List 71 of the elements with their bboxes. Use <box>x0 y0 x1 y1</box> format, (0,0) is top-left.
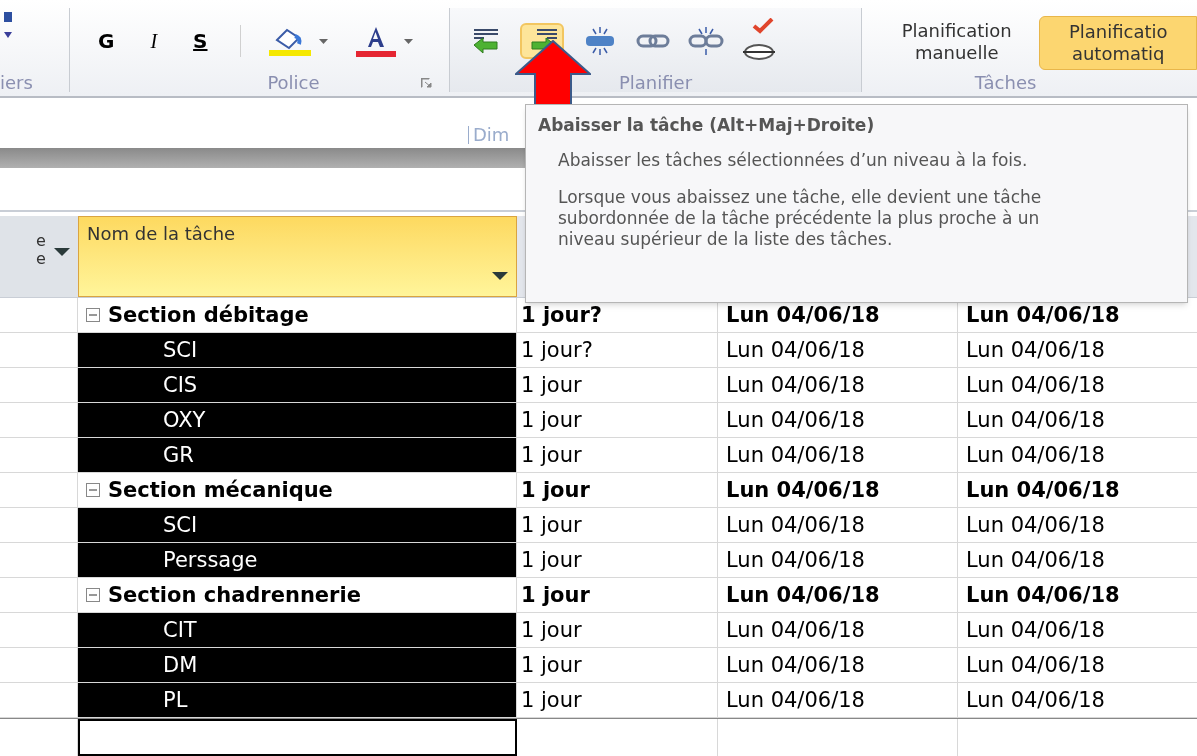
format-button[interactable]: G <box>94 26 119 56</box>
task-name-cell[interactable]: CIS <box>78 368 517 402</box>
start-cell: Lun 04/06/18 <box>718 543 958 577</box>
dropdown-caret-icon[interactable] <box>403 38 413 44</box>
task-name-cell[interactable]: DM <box>78 648 517 682</box>
group-label: Planifier <box>617 74 694 92</box>
start-cell: Lun 04/06/18 <box>718 648 958 682</box>
end-cell-text: Lun 04/06/18 <box>965 651 1106 679</box>
duration-cell: 1 jour <box>517 613 718 647</box>
end-cell-text: Lun 04/06/18 <box>965 441 1106 469</box>
start-cell: Lun 04/06/18 <box>718 508 958 542</box>
start-cell: Lun 04/06/18 <box>718 438 958 472</box>
start-cell: Lun 04/06/18 <box>718 683 958 717</box>
end-cell-text: Lun 04/06/18 <box>965 511 1106 539</box>
task-name-cell[interactable]: SCI <box>78 333 517 367</box>
start-cell: Lun 04/06/18 <box>718 613 958 647</box>
duration-cell: 1 jour <box>517 578 718 612</box>
start-cell: Lun 04/06/18 <box>718 473 958 507</box>
end-cell-text: Lun 04/06/18 <box>965 581 1121 609</box>
tooltip-title: Abaisser la tâche (Alt+Maj+Droite) <box>538 117 876 134</box>
task-name-cell[interactable]: Perssage <box>78 543 517 577</box>
task-name-cell[interactable]: CIT <box>78 613 517 647</box>
group-label: Tâches <box>973 74 1038 92</box>
task-name-cell[interactable]: PL <box>78 683 517 717</box>
dialog-launcher-icon[interactable] <box>421 78 433 88</box>
duration-cell: 1 jour <box>517 683 718 717</box>
duration-cell: 1 jour <box>517 403 718 437</box>
end-cell-text: Lun 04/06/18 <box>965 406 1106 434</box>
duration-cell: 1 jour <box>517 648 718 682</box>
format-button[interactable]: I <box>146 26 162 56</box>
task-name-cell[interactable]: SCI <box>78 508 517 542</box>
task-mode-button[interactable]: Planificatio automatiq <box>1039 16 1197 70</box>
new-task-input-field[interactable] <box>78 719 517 756</box>
end-cell-text: Lun 04/06/18 <box>965 336 1106 364</box>
unlink-icon[interactable] <box>686 26 726 56</box>
duration-cell: 1 jour <box>517 473 718 507</box>
collapse-icon[interactable] <box>86 483 100 497</box>
start-cell: Lun 04/06/18 <box>718 368 958 402</box>
tooltip-text: Lorsque vous abaissez une tâche, elle devient une tâche subordonnée de la tâche précédente la plus proche à un niveau supérieur de la liste des tâches. <box>557 186 1043 250</box>
duration-cell: 1 jour <box>517 368 718 402</box>
group-label: iers <box>0 74 34 92</box>
duration-cell: 1 jour <box>517 543 718 577</box>
group-label: Police <box>266 74 320 92</box>
task-name-cell[interactable]: GR <box>78 438 517 472</box>
duration-cell: 1 jour <box>517 508 718 542</box>
task-name-cell[interactable]: OXY <box>78 403 517 437</box>
duration-cell: 1 jour <box>517 438 718 472</box>
end-cell-text: Lun 04/06/18 <box>965 371 1106 399</box>
column-header[interactable]: Nom de la tâche <box>78 216 517 297</box>
fill-color-icon[interactable] <box>268 26 311 56</box>
link-icon[interactable] <box>636 33 670 49</box>
end-cell-text: Lun 04/06/18 <box>965 686 1106 714</box>
format-button[interactable]: S <box>189 26 212 56</box>
end-cell-text: Lun 04/06/18 <box>965 301 1121 329</box>
dropdown-caret-icon[interactable] <box>54 248 70 256</box>
start-cell: Lun 04/06/18 <box>718 403 958 437</box>
end-cell-text: Lun 04/06/18 <box>965 476 1121 504</box>
tooltip-text: Abaisser les tâches sélectionnées d’un niveau à la fois. <box>557 149 1029 171</box>
collapse-icon[interactable] <box>86 588 100 602</box>
column-header[interactable]: e e <box>0 216 78 297</box>
collapse-icon[interactable] <box>86 308 100 322</box>
font-color-icon[interactable] <box>355 25 396 57</box>
start-cell: Lun 04/06/18 <box>718 333 958 367</box>
duration-cell: 1 jour? <box>517 333 718 367</box>
end-cell-text: Lun 04/06/18 <box>965 616 1106 644</box>
dropdown-caret-icon[interactable] <box>318 38 328 44</box>
end-cell-text: Lun 04/06/18 <box>965 546 1106 574</box>
timeline-date-label: Dim <box>468 126 510 144</box>
start-cell: Lun 04/06/18 <box>718 578 958 612</box>
dropdown-caret-icon[interactable] <box>492 272 508 280</box>
task-mode-button[interactable]: Planification manuelle <box>878 16 1036 68</box>
